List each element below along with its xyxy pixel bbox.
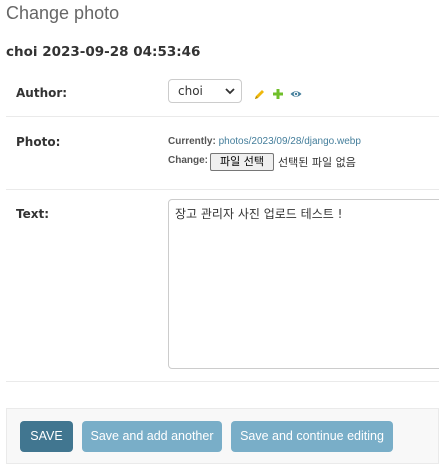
choose-file-button[interactable]: 파일 선택 <box>210 153 274 171</box>
currently-line: Currently: photos/2023/09/28/django.webp <box>168 136 361 147</box>
text-textarea[interactable]: 장고 관리자 사진 업로드 테스트 ! <box>168 199 439 369</box>
eye-icon[interactable] <box>290 88 302 100</box>
text-row: Text: 장고 관리자 사진 업로드 테스트 ! <box>6 189 439 382</box>
chevron-down-icon <box>225 88 235 95</box>
pencil-icon[interactable] <box>254 88 266 100</box>
author-select[interactable]: choi <box>168 79 242 103</box>
plus-icon[interactable] <box>272 88 284 100</box>
currently-label: Currently: <box>168 136 216 147</box>
text-label: Text: <box>16 207 50 221</box>
author-row: Author: choi <box>6 68 439 117</box>
current-file-link[interactable]: photos/2023/09/28/django.webp <box>219 136 361 147</box>
submit-row: SAVE Save and add another Save and conti… <box>6 408 439 464</box>
author-label: Author: <box>16 86 68 100</box>
author-select-value: choi <box>178 84 203 98</box>
change-label: Change: <box>168 155 208 166</box>
photo-row: Photo: Currently: photos/2023/09/28/djan… <box>6 116 439 190</box>
no-file-text: 선택된 파일 없음 <box>278 156 356 169</box>
object-title: choi 2023-09-28 04:53:46 <box>6 44 201 60</box>
page-title: Change photo <box>6 3 120 23</box>
save-and-continue-button[interactable]: Save and continue editing <box>231 421 393 452</box>
photo-label: Photo: <box>16 135 61 149</box>
save-button[interactable]: SAVE <box>20 421 73 452</box>
save-and-add-another-button[interactable]: Save and add another <box>82 421 222 452</box>
